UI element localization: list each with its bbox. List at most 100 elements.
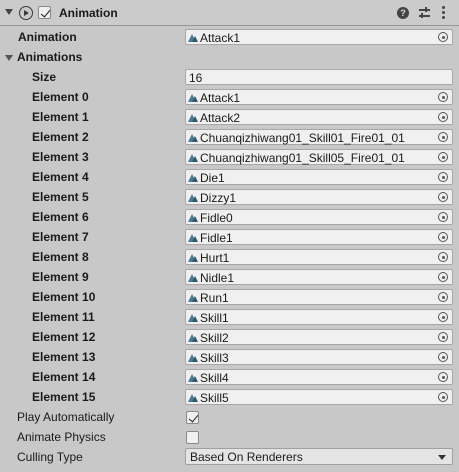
object-picker-icon[interactable] [438, 132, 448, 142]
element-field[interactable]: Fidle0 [185, 209, 453, 225]
element-value: Run1 [200, 291, 229, 305]
element-field[interactable]: Skill5 [185, 389, 453, 405]
element-label: Element 7 [32, 230, 89, 244]
animation-clip-icon [188, 393, 199, 402]
play-automatically-label: Play Automatically [17, 410, 115, 424]
element-label: Element 9 [32, 270, 89, 284]
object-picker-icon[interactable] [438, 312, 448, 322]
element-value: Skill4 [200, 371, 229, 385]
animation-clip-icon [188, 133, 199, 142]
size-label: Size [32, 70, 57, 84]
object-picker-icon[interactable] [438, 372, 448, 382]
element-field[interactable]: Attack1 [185, 89, 453, 105]
object-picker-icon[interactable] [438, 192, 448, 202]
element-value: Skill3 [200, 351, 229, 365]
element-label: Element 0 [32, 90, 89, 104]
element-value: Chuanqizhiwang01_Skill05_Fire01_01 [200, 151, 405, 165]
dropdown-arrow-icon [438, 455, 446, 460]
element-label: Element 11 [32, 310, 95, 324]
object-picker-icon[interactable] [438, 92, 448, 102]
animation-clip-icon [188, 153, 199, 162]
element-label: Element 2 [32, 130, 89, 144]
animation-clip-icon [188, 253, 199, 262]
component-enabled-checkbox[interactable] [38, 6, 51, 19]
culling-type-dropdown[interactable]: Based On Renderers [185, 448, 453, 465]
element-field[interactable]: Dizzy1 [185, 189, 453, 205]
element-value: Chuanqizhiwang01_Skill01_Fire01_01 [200, 131, 405, 145]
element-label: Element 12 [32, 330, 96, 344]
animation-clip-icon [188, 213, 199, 222]
object-picker-icon[interactable] [438, 292, 448, 302]
element-field[interactable]: Die1 [185, 169, 453, 185]
object-picker-icon[interactable] [438, 232, 448, 242]
element-field[interactable]: Skill2 [185, 329, 453, 345]
animation-clip-icon [188, 293, 199, 302]
element-field[interactable]: Run1 [185, 289, 453, 305]
element-label: Element 5 [32, 190, 89, 204]
element-field[interactable]: Nidle1 [185, 269, 453, 285]
help-icon[interactable]: ? [397, 7, 409, 19]
element-label: Element 6 [32, 210, 89, 224]
element-label: Element 1 [32, 110, 89, 124]
object-picker-icon[interactable] [438, 332, 448, 342]
element-value: Skill2 [200, 331, 229, 345]
object-picker-icon[interactable] [438, 272, 448, 282]
element-label: Element 13 [32, 350, 96, 364]
element-field[interactable]: Attack2 [185, 109, 453, 125]
element-label: Element 15 [32, 390, 96, 404]
object-picker-icon[interactable] [438, 112, 448, 122]
culling-type-label: Culling Type [17, 450, 83, 464]
animation-clip-icon [188, 333, 199, 342]
object-picker-icon[interactable] [438, 172, 448, 182]
culling-type-value: Based On Renderers [190, 450, 303, 464]
preset-icon[interactable] [418, 6, 431, 20]
animation-clip-icon [188, 93, 199, 102]
object-picker-icon[interactable] [438, 32, 448, 42]
animation-clip-icon [188, 373, 199, 382]
animation-clip-icon [188, 313, 199, 322]
object-picker-icon[interactable] [438, 152, 448, 162]
animation-clip-icon [188, 273, 199, 282]
object-picker-icon[interactable] [438, 392, 448, 402]
element-field[interactable]: Chuanqizhiwang01_Skill05_Fire01_01 [185, 149, 453, 165]
element-label: Element 4 [32, 170, 89, 184]
object-picker-icon[interactable] [438, 252, 448, 262]
object-picker-icon[interactable] [438, 212, 448, 222]
animation-label: Animation [18, 30, 77, 44]
element-value: Fidle1 [200, 231, 233, 245]
element-label: Element 10 [32, 290, 96, 304]
animation-clip-icon [188, 233, 199, 242]
kebab-menu-icon[interactable] [440, 6, 446, 20]
animation-field[interactable]: Attack1 [185, 29, 453, 45]
element-value: Die1 [200, 171, 225, 185]
size-input[interactable]: 16 [185, 69, 453, 85]
foldout-arrow-icon[interactable] [5, 9, 13, 15]
element-field[interactable]: Skill3 [185, 349, 453, 365]
element-field[interactable]: Chuanqizhiwang01_Skill01_Fire01_01 [185, 129, 453, 145]
element-field[interactable]: Fidle1 [185, 229, 453, 245]
animations-label: Animations [17, 50, 83, 64]
animations-foldout-icon[interactable] [5, 55, 13, 61]
object-picker-icon[interactable] [438, 352, 448, 362]
element-value: Hurt1 [200, 251, 230, 265]
animate-physics-label: Animate Physics [17, 430, 106, 444]
element-value: Fidle0 [200, 211, 233, 225]
element-field[interactable]: Hurt1 [185, 249, 453, 265]
animation-component-icon [19, 6, 33, 20]
element-value: Dizzy1 [200, 191, 237, 205]
animate-physics-checkbox[interactable] [186, 431, 199, 444]
animation-clip-icon [188, 173, 199, 182]
element-value: Nidle1 [200, 271, 235, 285]
element-label: Element 14 [32, 370, 96, 384]
element-label: Element 8 [32, 250, 89, 264]
size-value: 16 [189, 71, 203, 85]
element-value: Skill1 [200, 311, 229, 325]
component-header: Animation ? [0, 0, 459, 26]
animation-clip-icon [188, 113, 199, 122]
element-field[interactable]: Skill4 [185, 369, 453, 385]
play-automatically-checkbox[interactable] [186, 411, 199, 424]
element-field[interactable]: Skill1 [185, 309, 453, 325]
animation-value: Attack1 [200, 31, 241, 45]
element-value: Attack1 [200, 91, 241, 105]
animation-clip-icon [188, 33, 199, 42]
